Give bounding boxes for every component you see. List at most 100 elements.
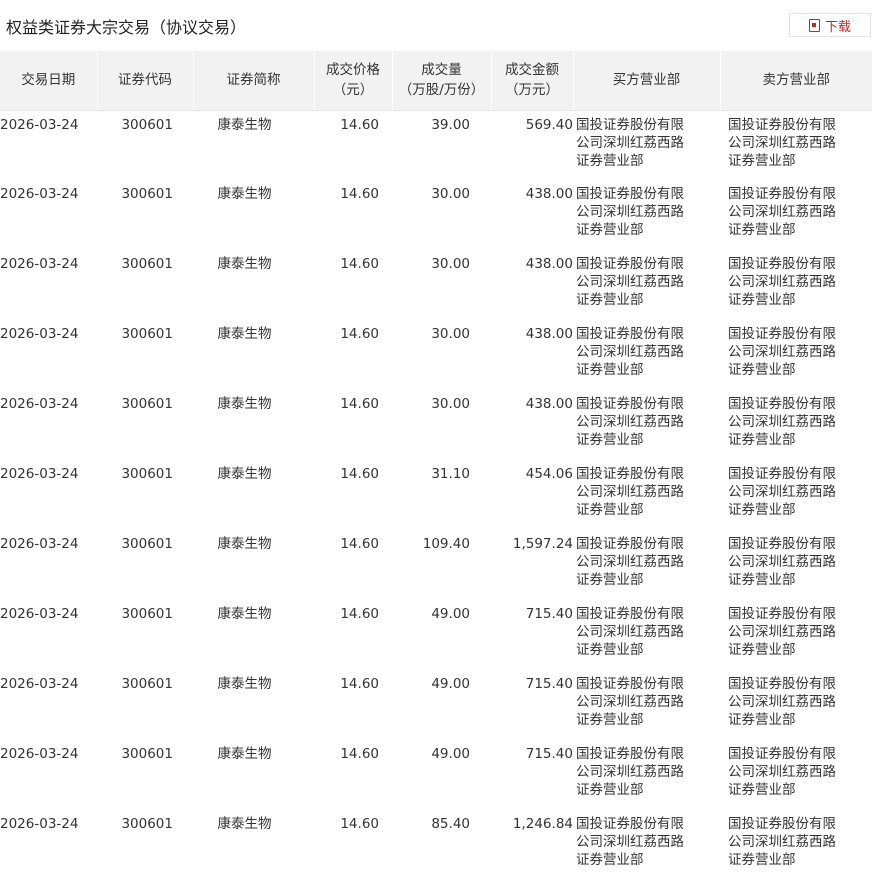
cell-security-code: 300601 (97, 320, 193, 390)
table-row: 2026-03-24 300601 康泰生物 14.60 49.00 715.40 国投证券… (0, 670, 872, 740)
cell-security-code: 300601 (97, 460, 193, 530)
cell-security-code-text: 300601 (121, 676, 173, 692)
cell-security-name: 康泰生物 (193, 320, 314, 390)
cell-volume: 30.00 (392, 250, 491, 320)
cell-security-code: 300601 (97, 250, 193, 320)
cell-amount: 715.40 (491, 670, 573, 740)
cell-buyer-branch-text: 国投证券股份有限公司深圳红荔西路证券营业部 (576, 816, 684, 868)
header-unit: （元） (332, 82, 374, 99)
cell-trade-date: 2026-03-24 (0, 810, 97, 880)
cell-amount: 1,246.84 (491, 810, 573, 880)
cell-security-code: 300601 (97, 810, 193, 880)
cell-amount-text: 715.40 (525, 746, 573, 762)
cell-amount-text: 438.00 (525, 396, 573, 412)
cell-price: 14.60 (314, 600, 392, 670)
header-unit: （万元） (505, 82, 559, 99)
cell-volume-text: 109.40 (422, 536, 470, 552)
cell-volume: 30.00 (392, 180, 491, 250)
cell-buyer-branch-text: 国投证券股份有限公司深圳红荔西路证券营业部 (576, 676, 684, 728)
cell-seller-branch: 国投证券股份有限公司深圳红荔西路证券营业部 (720, 670, 872, 740)
cell-seller-branch: 国投证券股份有限公司深圳红荔西路证券营业部 (720, 180, 872, 250)
cell-price: 14.60 (314, 110, 392, 180)
table-header: 交易日期 证券代码 证券简称 成交价格 （元） 成交量 （万股/万份） 成交金额 （万元） 买方营… (0, 51, 872, 111)
cell-price-text: 14.60 (340, 326, 379, 342)
cell-buyer-branch: 国投证券股份有限公司深圳红荔西路证券营业部 (573, 530, 720, 600)
cell-security-name-text: 康泰生物 (217, 116, 272, 133)
cell-price: 14.60 (314, 810, 392, 880)
cell-volume-text: 49.00 (431, 676, 470, 692)
cell-volume-text: 30.00 (431, 186, 470, 202)
cell-volume: 49.00 (392, 670, 491, 740)
cell-price: 14.60 (314, 180, 392, 250)
cell-volume-text: 30.00 (431, 396, 470, 412)
cell-volume: 109.40 (392, 530, 491, 600)
cell-buyer-branch: 国投证券股份有限公司深圳红荔西路证券营业部 (573, 740, 720, 810)
cell-security-name-text: 康泰生物 (217, 396, 272, 412)
cell-trade-date: 2026-03-24 (0, 460, 97, 530)
header-buyer-branch: 买方营业部 (573, 51, 721, 111)
cell-security-name-text: 康泰生物 (217, 536, 272, 552)
cell-security-code: 300601 (97, 110, 193, 180)
cell-security-name: 康泰生物 (193, 110, 314, 180)
cell-security-code-text: 300601 (121, 326, 173, 342)
table-row: 2026-03-24 300601 康泰生物 14.60 30.00 438.00 国投证券… (0, 180, 872, 250)
cell-amount: 454.06 (491, 460, 573, 530)
cell-volume-text: 30.00 (431, 256, 470, 272)
cell-buyer-branch: 国投证券股份有限公司深圳红荔西路证券营业部 (573, 600, 720, 670)
cell-price-text: 14.60 (340, 536, 379, 552)
cell-price-text: 14.60 (340, 256, 379, 272)
table-row: 2026-03-24 300601 康泰生物 14.60 30.00 438.00 国投证券… (0, 250, 872, 320)
cell-trade-date: 2026-03-24 (0, 250, 97, 320)
cell-amount: 715.40 (491, 740, 573, 810)
cell-security-name: 康泰生物 (193, 460, 314, 530)
header-price: 成交价格 （元） (314, 51, 393, 111)
cell-security-code: 300601 (97, 390, 193, 460)
cell-amount: 1,597.24 (491, 530, 573, 600)
table-row: 2026-03-24 300601 康泰生物 14.60 109.40 1,597.24 国… (0, 530, 872, 600)
cell-trade-date-text: 2026-03-24 (0, 676, 79, 692)
cell-buyer-branch: 国投证券股份有限公司深圳红荔西路证券营业部 (573, 320, 720, 390)
cell-trade-date: 2026-03-24 (0, 180, 97, 250)
cell-price: 14.60 (314, 670, 392, 740)
cell-amount: 569.40 (491, 110, 573, 180)
cell-seller-branch: 国投证券股份有限公司深圳红荔西路证券营业部 (720, 740, 872, 810)
header-label: 证券简称 (226, 72, 281, 89)
cell-security-code: 300601 (97, 600, 193, 670)
cell-amount-text: 1,597.24 (512, 536, 573, 552)
cell-seller-branch-text: 国投证券股份有限公司深圳红荔西路证券营业部 (728, 116, 836, 169)
cell-amount-text: 438.00 (525, 256, 573, 272)
cell-volume: 30.00 (392, 320, 491, 390)
cell-security-name: 康泰生物 (193, 390, 314, 460)
table-row: 2026-03-24 300601 康泰生物 14.60 49.00 715.40 国投证券… (0, 740, 872, 810)
cell-seller-branch-text: 国投证券股份有限公司深圳红荔西路证券营业部 (728, 186, 836, 238)
cell-trade-date-text: 2026-03-24 (0, 326, 79, 342)
table-row: 2026-03-24 300601 康泰生物 14.60 30.00 438.00 国投证券… (0, 320, 872, 390)
cell-amount: 715.40 (491, 600, 573, 670)
cell-volume: 39.00 (392, 110, 491, 180)
header-label: 成交金额 (505, 62, 559, 79)
cell-seller-branch: 国投证券股份有限公司深圳红荔西路证券营业部 (720, 110, 872, 180)
cell-amount: 438.00 (491, 250, 573, 320)
cell-buyer-branch: 国投证券股份有限公司深圳红荔西路证券营业部 (573, 180, 720, 250)
cell-price: 14.60 (314, 530, 392, 600)
cell-buyer-branch-text: 国投证券股份有限公司深圳红荔西路证券营业部 (576, 746, 684, 798)
cell-buyer-branch: 国投证券股份有限公司深圳红荔西路证券营业部 (573, 810, 720, 880)
cell-volume-text: 30.00 (431, 326, 470, 342)
cell-buyer-branch-text: 国投证券股份有限公司深圳红荔西路证券营业部 (576, 396, 684, 448)
cell-amount-text: 1,246.84 (512, 816, 573, 832)
cell-security-code-text: 300601 (121, 606, 173, 622)
download-button[interactable]: 下载 (789, 13, 871, 37)
cell-volume-text: 39.00 (431, 116, 470, 133)
cell-trade-date: 2026-03-24 (0, 670, 97, 740)
cell-seller-branch: 国投证券股份有限公司深圳红荔西路证券营业部 (720, 600, 872, 670)
cell-price-text: 14.60 (340, 466, 379, 482)
cell-price-text: 14.60 (340, 396, 379, 412)
cell-volume: 49.00 (392, 740, 491, 810)
header-security-code: 证券代码 (97, 51, 194, 111)
cell-buyer-branch-text: 国投证券股份有限公司深圳红荔西路证券营业部 (576, 326, 684, 378)
page-title: 权益类证券大宗交易（协议交易） (6, 18, 247, 37)
cell-price-text: 14.60 (340, 186, 379, 202)
cell-buyer-branch: 国投证券股份有限公司深圳红荔西路证券营业部 (573, 460, 720, 530)
cell-trade-date-text: 2026-03-24 (0, 536, 79, 552)
cell-volume: 85.40 (392, 810, 491, 880)
